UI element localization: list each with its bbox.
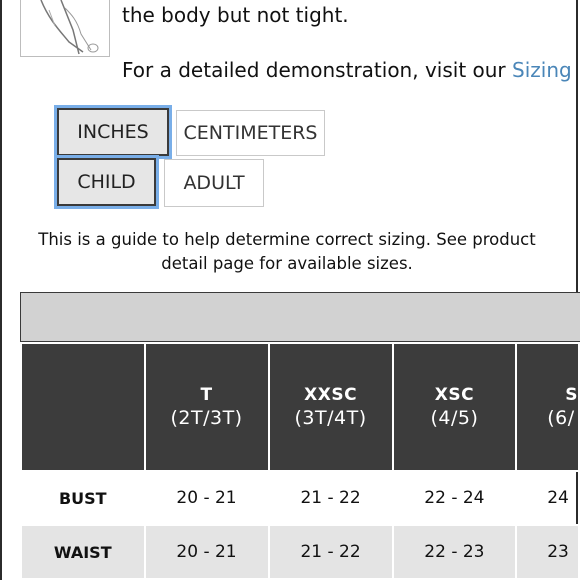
centimeters-toggle-button[interactable]: CENTIMETERS xyxy=(176,110,325,156)
size-code: XXSC xyxy=(304,385,358,405)
size-header-row: T (2T/3T) XXSC (3T/4T) XSC (4/5) S (6/ xyxy=(20,342,580,472)
description-text-line2: For a detailed demonstration, visit our … xyxy=(122,58,572,82)
inches-toggle-button[interactable]: INCHES xyxy=(57,108,169,156)
size-code: S xyxy=(565,385,578,405)
size-header-sc: S (6/ xyxy=(515,342,580,472)
size-header-corner xyxy=(20,342,146,472)
size-header-xsc: XSC (4/5) xyxy=(391,342,518,472)
description-text: For a detailed demonstration, visit our xyxy=(122,58,513,82)
measurement-cell: 22 - 23 xyxy=(391,524,518,580)
row-label: BUST xyxy=(20,470,146,526)
row-label: WAIST xyxy=(20,524,146,580)
table-row-waist: WAIST 20 - 21 21 - 22 22 - 23 23 xyxy=(20,524,580,580)
size-age-range: (4/5) xyxy=(430,407,479,429)
table-caption-band xyxy=(20,292,580,342)
sizing-illustration xyxy=(20,0,110,57)
sizing-guide-line1: This is a guide to help determine correc… xyxy=(38,230,536,249)
size-chart-table: T (2T/3T) XXSC (3T/4T) XSC (4/5) S (6/ B… xyxy=(20,342,580,580)
measurement-cell: 22 - 24 xyxy=(391,470,518,526)
size-age-range: (6/ xyxy=(547,407,575,429)
size-code: XSC xyxy=(434,385,475,405)
table-row-bust: BUST 20 - 21 21 - 22 22 - 24 24 xyxy=(20,470,580,526)
size-age-range: (3T/4T) xyxy=(294,407,367,429)
measurement-cell: 23 xyxy=(515,524,580,580)
sizing-link[interactable]: Sizing xyxy=(512,58,572,82)
child-toggle-button[interactable]: CHILD xyxy=(57,158,156,206)
sizing-guide-line2: detail page for available sizes. xyxy=(161,254,413,273)
size-age-range: (2T/3T) xyxy=(170,407,243,429)
measurement-cell: 20 - 21 xyxy=(143,524,270,580)
sizing-guide-text: This is a guide to help determine correc… xyxy=(0,228,574,276)
adult-toggle-button[interactable]: ADULT xyxy=(164,159,264,207)
size-code: T xyxy=(200,385,213,405)
measurement-cell: 21 - 22 xyxy=(267,524,394,580)
size-header-t: T (2T/3T) xyxy=(143,342,270,472)
measurement-cell: 21 - 22 xyxy=(267,470,394,526)
description-text-line1: the body but not tight. xyxy=(122,3,349,27)
measurement-cell: 20 - 21 xyxy=(143,470,270,526)
measurement-cell: 24 xyxy=(515,470,580,526)
size-header-xxsc: XXSC (3T/4T) xyxy=(267,342,394,472)
